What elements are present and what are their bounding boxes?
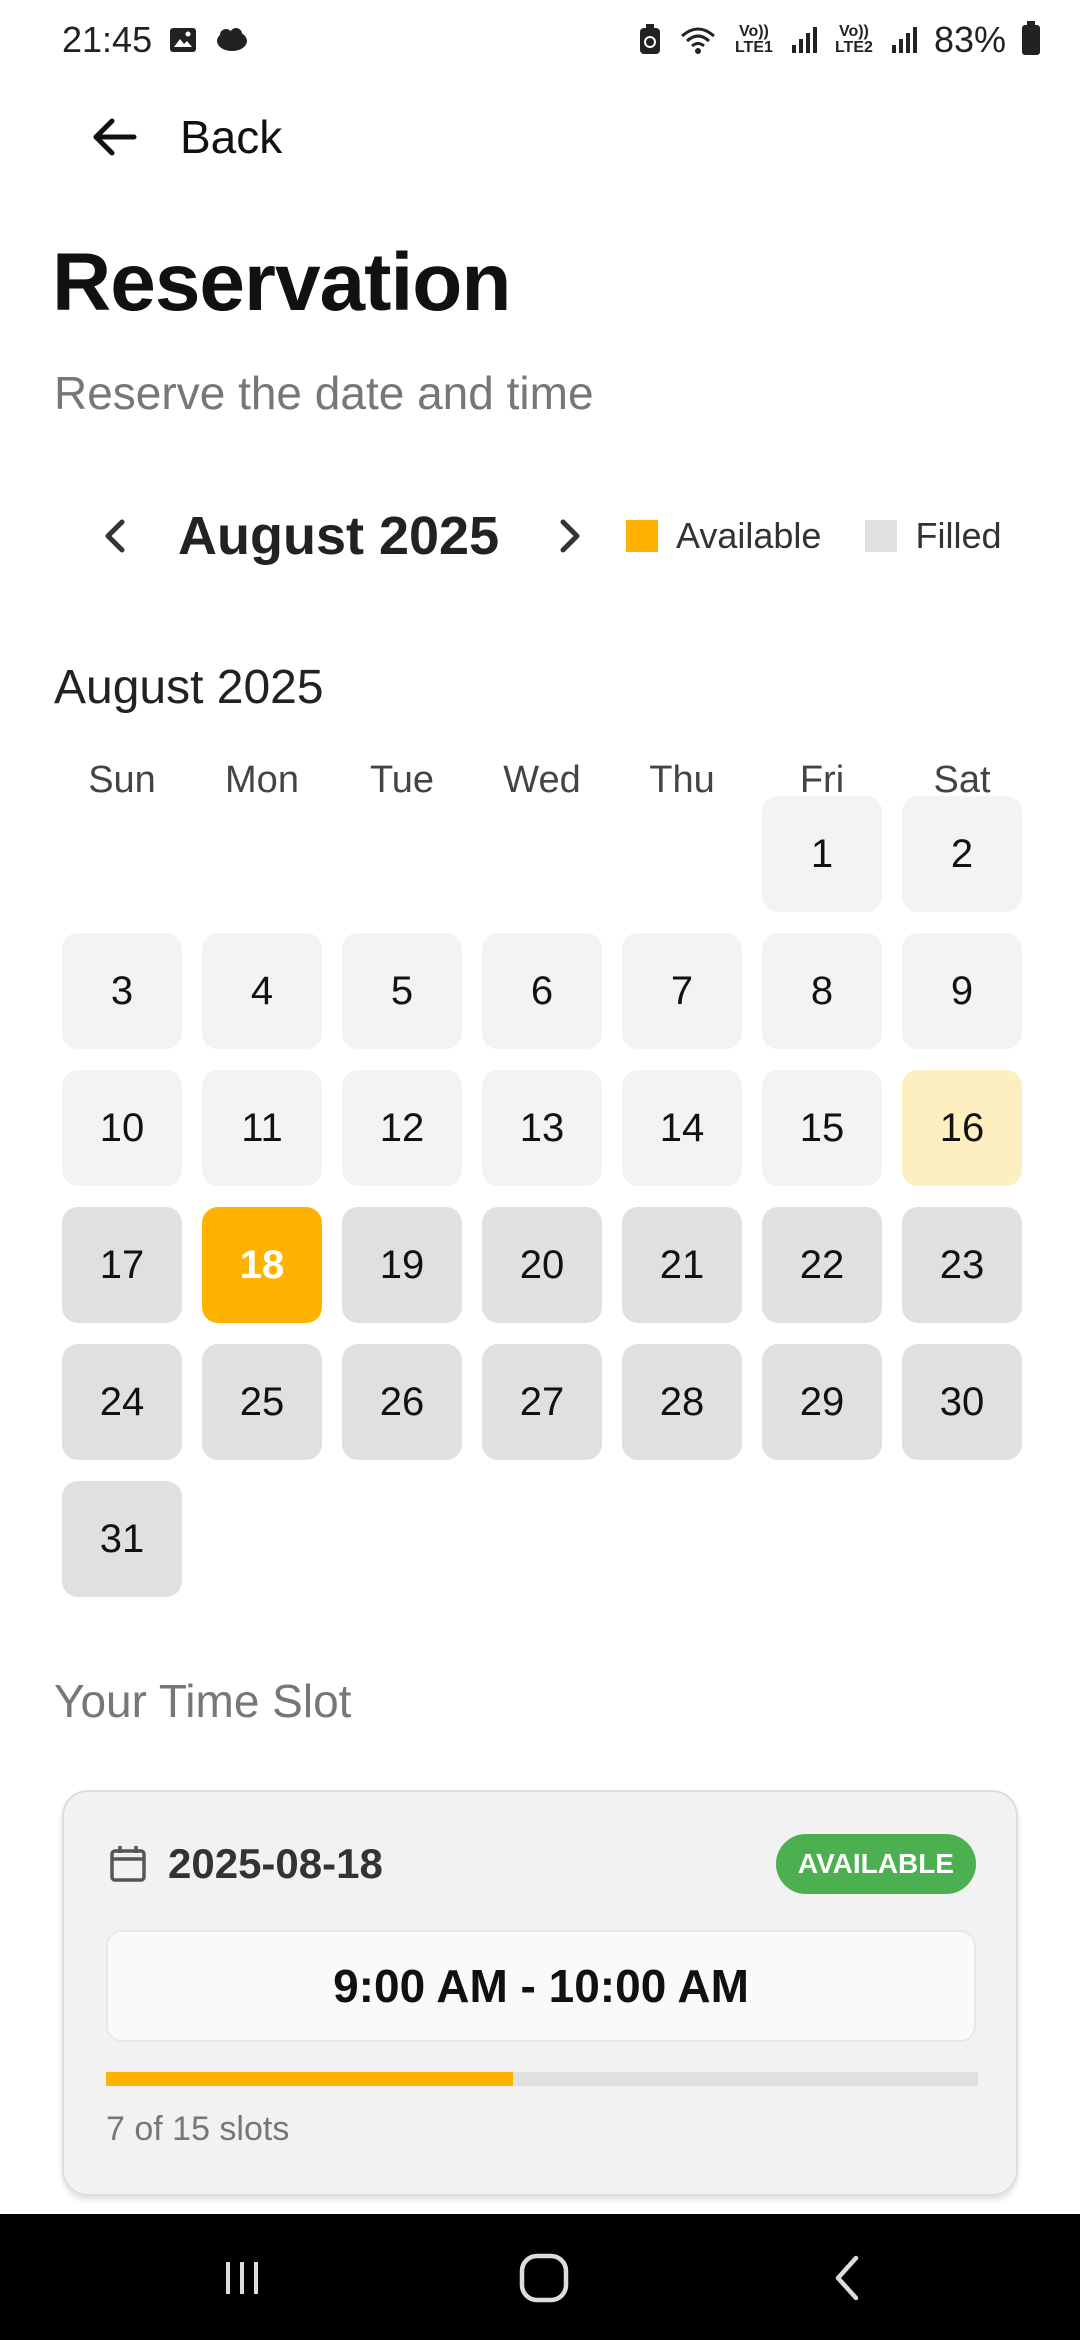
weekday-label: Fri	[799, 759, 845, 794]
calendar-day-22[interactable]: 22	[762, 1207, 882, 1323]
back-nav-icon[interactable]	[818, 2248, 878, 2308]
wifi-icon	[678, 24, 718, 56]
arrow-left-icon	[93, 118, 137, 156]
battery-icon	[1022, 21, 1040, 55]
chevron-left-icon	[105, 519, 125, 553]
status-right: Vo)) LTE1 Vo)) LTE2 83%	[638, 19, 1040, 61]
slot-date: 2025-08-18	[168, 1840, 383, 1887]
month-navigation: August 2025	[96, 500, 589, 572]
calendar-day-23[interactable]: 23	[902, 1207, 1022, 1323]
calendar-title: August 2025	[54, 661, 324, 714]
time-range[interactable]: 9:00 AM - 10:00 AM	[106, 1930, 976, 2042]
battery-saver-icon	[638, 24, 662, 56]
calendar-day-25[interactable]: 25	[202, 1344, 322, 1460]
time-slot-card[interactable]: 2025-08-18 AVAILABLE 9:00 AM - 10:00 AM …	[62, 1790, 1018, 2196]
next-month-button[interactable]	[551, 517, 589, 555]
back-button[interactable]: Back	[88, 104, 282, 170]
weekday-label: Mon	[225, 759, 299, 794]
calendar-day-3[interactable]: 3	[62, 933, 182, 1049]
weekday-header: Sun Mon Tue Wed Thu Fri Sat	[62, 752, 1022, 794]
calendar-day-21[interactable]: 21	[622, 1207, 742, 1323]
calendar-day-17[interactable]: 17	[62, 1207, 182, 1323]
calendar-day-13[interactable]: 13	[482, 1070, 602, 1186]
status-left: 21:45	[62, 19, 250, 61]
calendar-day-28[interactable]: 28	[622, 1344, 742, 1460]
calendar-day-15[interactable]: 15	[762, 1070, 882, 1186]
calendar-day-4[interactable]: 4	[202, 933, 322, 1049]
legend-label-available: Available	[676, 515, 822, 556]
sim1-label: Vo)) LTE1	[734, 23, 773, 56]
calendar-day-29[interactable]: 29	[762, 1344, 882, 1460]
status-badge: AVAILABLE	[775, 1834, 976, 1894]
calendar-day-31[interactable]: 31	[62, 1481, 182, 1597]
screen: 21:45 Vo)) LTE1 Vo)) LTE2 83% Back Reser…	[0, 0, 1080, 2340]
chevron-right-icon	[560, 519, 580, 553]
calendar-day-10[interactable]: 10	[62, 1070, 182, 1186]
back-label: Back	[180, 111, 283, 163]
legend-swatch-available	[626, 520, 658, 552]
image-icon	[168, 25, 198, 55]
calendar-day-26[interactable]: 26	[342, 1344, 462, 1460]
status-time: 21:45	[62, 19, 153, 60]
signal-icon	[790, 25, 818, 55]
weekday-label: Sun	[88, 759, 156, 794]
page-subtitle: Reserve the date and time	[54, 367, 594, 419]
status-bar: 21:45 Vo)) LTE1 Vo)) LTE2 83%	[0, 0, 1080, 80]
cloud-icon	[214, 26, 250, 54]
system-navigation-bar	[0, 2214, 1080, 2340]
calendar-grid: 1 2 3 4 5 6 7 8 9 10 11 12 13 14 15 16 17 18 19 20 21 22 23 24 2…	[62, 796, 1022, 1597]
calendar-day-30[interactable]: 30	[902, 1344, 1022, 1460]
calendar-day-7[interactable]: 7	[622, 933, 742, 1049]
slot-progress-fill	[106, 2072, 513, 2086]
time-slot-heading: Your Time Slot	[54, 1675, 352, 1727]
calendar-day-9[interactable]: 9	[902, 933, 1022, 1049]
calendar-day-2[interactable]: 2	[902, 796, 1022, 912]
calendar-day-11[interactable]: 11	[202, 1070, 322, 1186]
slot-date-row: 2025-08-18	[108, 1834, 383, 1894]
calendar-day-5[interactable]: 5	[342, 933, 462, 1049]
home-icon[interactable]	[514, 2248, 574, 2308]
weekday-label: Sat	[933, 759, 991, 794]
calendar-day-1[interactable]: 1	[762, 796, 882, 912]
weekday-label: Tue	[369, 759, 435, 794]
calendar-day-16[interactable]: 16	[902, 1070, 1022, 1186]
slot-progress-bar	[106, 2072, 978, 2086]
calendar-day-18[interactable]: 18	[202, 1207, 322, 1323]
sim2-label: Vo)) LTE2	[834, 23, 873, 56]
recent-apps-icon[interactable]	[212, 2248, 272, 2308]
month-label: August 2025	[178, 506, 500, 566]
weekday-label: Thu	[649, 759, 715, 794]
calendar-day-8[interactable]: 8	[762, 933, 882, 1049]
page-title: Reservation	[52, 237, 511, 328]
calendar-icon	[110, 1846, 146, 1882]
signal-icon	[890, 25, 918, 55]
calendar-day-24[interactable]: 24	[62, 1344, 182, 1460]
calendar-day-12[interactable]: 12	[342, 1070, 462, 1186]
calendar-day-6[interactable]: 6	[482, 933, 602, 1049]
calendar-day-14[interactable]: 14	[622, 1070, 742, 1186]
calendar-day-19[interactable]: 19	[342, 1207, 462, 1323]
previous-month-button[interactable]	[96, 517, 134, 555]
battery-percent: 83%	[933, 19, 1006, 60]
calendar-day-20[interactable]: 20	[482, 1207, 602, 1323]
weekday-label: Wed	[503, 759, 581, 794]
calendar-day-27[interactable]: 27	[482, 1344, 602, 1460]
legend: Available Filled	[626, 512, 1001, 560]
legend-swatch-filled	[865, 520, 898, 552]
legend-label-filled: Filled	[915, 515, 1002, 556]
slots-count: 7 of 15 slots	[106, 2110, 290, 2148]
